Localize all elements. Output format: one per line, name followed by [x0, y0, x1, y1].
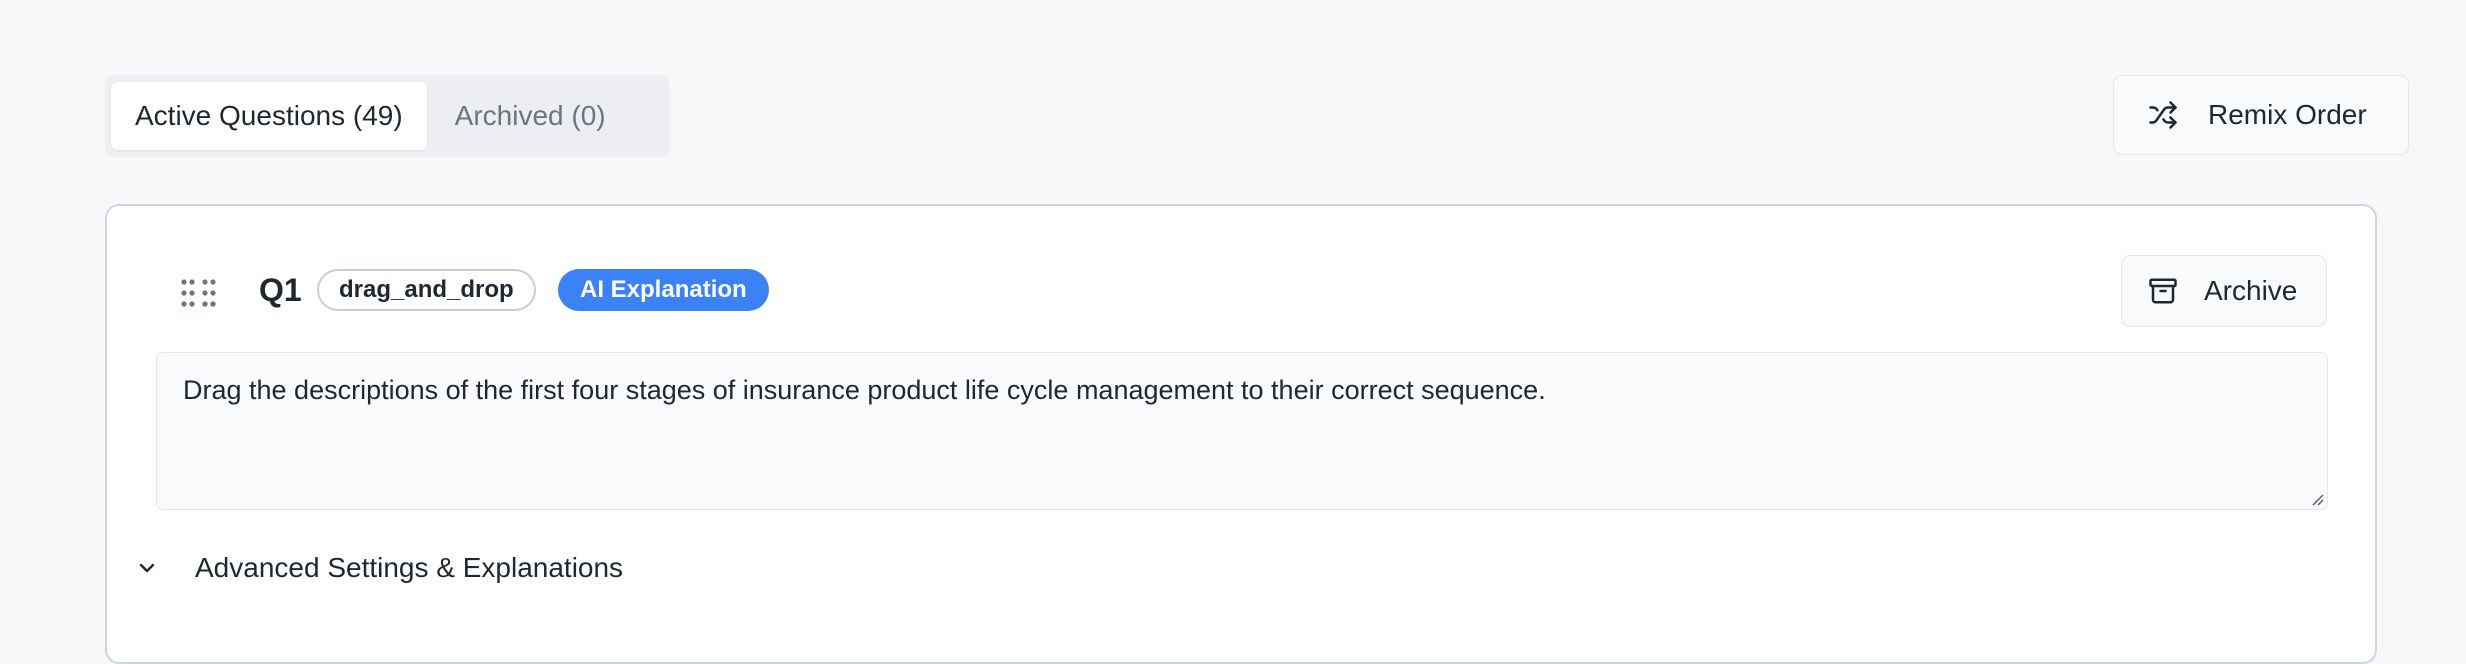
- archive-icon: [2148, 276, 2178, 306]
- archive-label: Archive: [2204, 275, 2298, 306]
- ai-explanation-badge[interactable]: AI Explanation: [558, 269, 769, 311]
- tab-active-questions[interactable]: Active Questions (49): [111, 82, 427, 150]
- advanced-settings-label: Advanced Settings & Explanations: [195, 552, 624, 583]
- chevron-down-icon: [135, 556, 159, 580]
- advanced-settings-toggle[interactable]: Advanced Settings & Explanations: [135, 552, 623, 584]
- question-tabs: Active Questions (49) Archived (0): [105, 75, 669, 157]
- question-text: Drag the descriptions of the first four …: [183, 375, 1546, 405]
- remix-order-button[interactable]: Remix Order: [2113, 75, 2409, 155]
- archive-button[interactable]: Archive: [2121, 255, 2327, 327]
- shuffle-icon: [2148, 100, 2178, 130]
- question-number: Q1: [259, 272, 302, 308]
- question-text-field[interactable]: Drag the descriptions of the first four …: [156, 352, 2328, 510]
- question-type-badge: drag_and_drop: [317, 269, 536, 311]
- resize-handle-icon[interactable]: [2308, 490, 2324, 506]
- question-card: Q1 drag_and_drop AI Explanation Archive …: [105, 204, 2377, 664]
- tab-archived[interactable]: Archived (0): [431, 82, 630, 150]
- remix-order-label: Remix Order: [2208, 99, 2367, 130]
- drag-handle-icon[interactable]: [179, 278, 219, 308]
